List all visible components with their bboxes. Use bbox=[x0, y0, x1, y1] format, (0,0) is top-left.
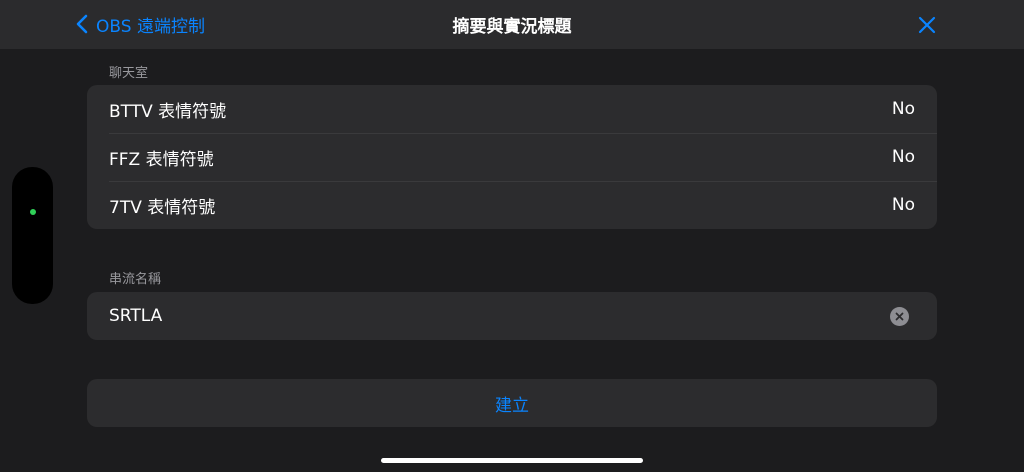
chat-settings-group: BTTV 表情符號 No FFZ 表情符號 No 7TV 表情符號 No bbox=[87, 85, 937, 229]
clear-circle-icon bbox=[895, 312, 904, 320]
ffz-emotes-label: FFZ 表情符號 bbox=[109, 149, 214, 170]
ffz-emotes-row[interactable]: FFZ 表情符號 No bbox=[87, 133, 937, 181]
camera-pill bbox=[12, 167, 53, 304]
bttv-emotes-row[interactable]: BTTV 表情符號 No bbox=[87, 85, 937, 133]
7tv-emotes-row[interactable]: 7TV 表情符號 No bbox=[87, 181, 937, 229]
stream-name-section-header: 串流名稱 bbox=[109, 272, 162, 287]
7tv-emotes-value: No bbox=[891, 195, 915, 215]
status-dot bbox=[30, 209, 36, 215]
stream-name-input[interactable] bbox=[109, 306, 809, 326]
stream-name-group bbox=[87, 292, 937, 340]
screen: OBS 遠端控制 摘要與實況標題 聊天室 BTTV 表情符號 No FFZ 表情… bbox=[0, 0, 1024, 472]
clear-button[interactable] bbox=[890, 306, 909, 326]
chat-section-header: 聊天室 bbox=[109, 66, 149, 81]
7tv-emotes-label: 7TV 表情符號 bbox=[109, 197, 216, 218]
navigation-bar: OBS 遠端控制 摘要與實況標題 bbox=[0, 0, 1024, 49]
home-indicator[interactable] bbox=[381, 458, 643, 463]
bttv-emotes-label: BTTV 表情符號 bbox=[109, 101, 227, 122]
page-title: 摘要與實況標題 bbox=[452, 17, 572, 37]
ffz-emotes-value: No bbox=[891, 147, 915, 167]
close-button[interactable] bbox=[916, 14, 938, 36]
stream-name-row bbox=[87, 292, 937, 340]
create-button[interactable]: 建立 bbox=[87, 379, 937, 427]
close-icon bbox=[918, 16, 936, 34]
bttv-emotes-value: No bbox=[891, 99, 915, 119]
